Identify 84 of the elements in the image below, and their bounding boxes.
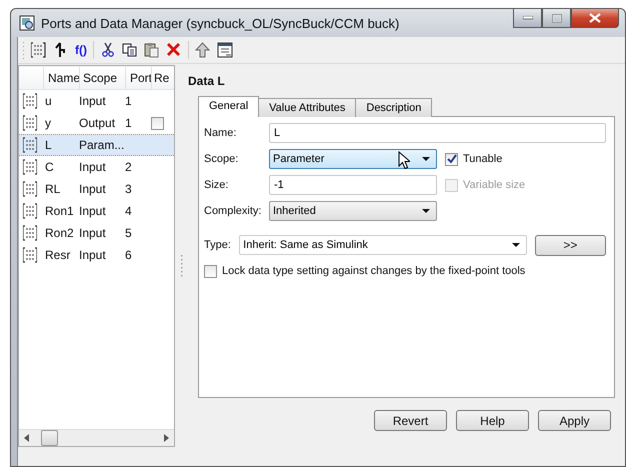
data-icon <box>23 93 37 109</box>
table-cell-text: Resr <box>44 248 72 262</box>
function-button[interactable]: f() <box>75 43 87 57</box>
table-cell-text: Ron2 <box>44 226 75 240</box>
checkbox-label: Lock data type setting against changes by the fixed-point tools <box>222 265 526 277</box>
checkbox[interactable] <box>445 152 458 166</box>
column-header[interactable]: Name <box>43 67 79 89</box>
table-cell-text: u <box>44 94 53 108</box>
table-cell-text: Output <box>79 116 116 130</box>
checkbox[interactable] <box>151 116 164 130</box>
copy-icon[interactable] <box>122 42 138 58</box>
field-label: Type: <box>204 239 232 251</box>
dropdown[interactable]: Inherited <box>269 201 437 221</box>
checkbox[interactable] <box>204 264 217 278</box>
close-icon[interactable] <box>589 13 601 23</box>
column-header[interactable]: Scope <box>79 67 125 89</box>
table-cell-text: y <box>44 116 52 130</box>
table-cell-text: 4 <box>125 204 133 218</box>
field-label: Size: <box>204 179 230 191</box>
table-cell-text: L <box>44 138 53 152</box>
column-header[interactable]: Re <box>151 67 174 89</box>
dialog-button[interactable]: Help <box>456 410 529 431</box>
data-icon[interactable] <box>31 42 47 58</box>
table-cell-text: Input <box>79 204 107 218</box>
scrollbar-thumb[interactable] <box>41 430 58 446</box>
minimize-button[interactable] <box>513 9 542 28</box>
table-cell-text: Ron1 <box>44 204 75 218</box>
data-icon <box>23 137 37 153</box>
selected-row[interactable]: L Param... <box>19 134 174 156</box>
table-cell-text: 1 <box>125 94 133 108</box>
paste-icon[interactable] <box>144 42 160 58</box>
tab[interactable]: Description <box>355 98 432 117</box>
table-cell-text: 1 <box>125 116 133 130</box>
table-cell-text: 6 <box>125 248 133 262</box>
minimize-icon[interactable] <box>522 16 532 20</box>
table-cell: Param... <box>79 138 125 152</box>
table-cell-text: Input <box>79 160 107 174</box>
close-button[interactable] <box>571 9 619 28</box>
dialog-button[interactable]: Revert <box>374 410 447 431</box>
horizontal-scrollbar[interactable] <box>19 429 174 446</box>
delete-icon[interactable] <box>166 42 182 58</box>
table-cell-text: Input <box>79 248 107 262</box>
table-cell-text: Input <box>79 226 107 240</box>
caret-icon <box>422 157 430 161</box>
expand-button[interactable]: >> <box>534 234 606 256</box>
window-title: Ports and Data Manager (syncbuck_OL/SyncBuck/CCM buck) <box>41 16 400 30</box>
mouse-pointer-icon <box>398 151 410 170</box>
checkbox-label: Variable size <box>463 179 526 191</box>
table-cell-text: 5 <box>125 226 133 240</box>
splitter-handle[interactable] <box>180 254 183 276</box>
scroll-left-icon[interactable] <box>24 434 29 442</box>
field-label: Name: <box>204 127 238 139</box>
dropdown[interactable]: Inherit: Same as Simulink <box>239 235 527 255</box>
app-icon <box>19 15 35 31</box>
caret-icon <box>422 209 430 213</box>
table-cell-text: 3 <box>125 182 133 196</box>
table-cell-text: RL <box>44 182 62 196</box>
table-cell-text: 2 <box>125 160 133 174</box>
cut-icon[interactable] <box>100 42 116 58</box>
input-field[interactable]: -1 <box>269 175 437 195</box>
maximize-button[interactable] <box>542 9 571 28</box>
data-icon <box>23 159 37 175</box>
table-cell-text: Input <box>79 182 107 196</box>
panel-heading: Data L <box>188 74 226 88</box>
table-cell-text: Input <box>79 94 107 108</box>
data-icon <box>23 225 37 241</box>
tab[interactable]: General <box>198 96 260 117</box>
column-header[interactable]: Port <box>125 67 151 89</box>
tab[interactable]: Value Attributes <box>258 98 356 117</box>
input-field[interactable]: L <box>269 123 606 143</box>
caret-icon <box>512 243 520 247</box>
dialog-button[interactable]: Apply <box>538 410 611 431</box>
data-icon <box>23 115 37 131</box>
data-icon <box>23 247 37 263</box>
checkbox-label: Tunable <box>463 153 502 165</box>
data-icon <box>23 181 37 197</box>
table-cell-text: C <box>44 160 55 174</box>
field-label: Scope: <box>204 153 240 165</box>
field-label: Complexity: <box>204 205 262 217</box>
dropdown[interactable]: Parameter <box>269 149 437 169</box>
data-icon <box>23 203 37 219</box>
window-icon[interactable] <box>217 42 233 58</box>
up-arrow-icon[interactable] <box>195 42 211 58</box>
scroll-right-icon[interactable] <box>164 434 169 442</box>
